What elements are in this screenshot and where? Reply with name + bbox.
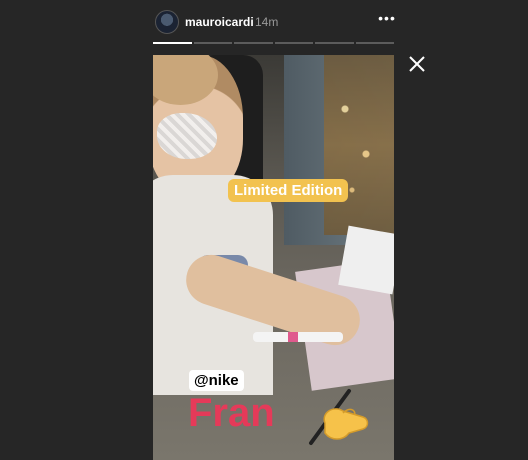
- background-christmas-tree: [324, 55, 394, 235]
- progress-segment: [355, 42, 394, 44]
- writing-hand-icon: [309, 389, 369, 445]
- limited-edition-sticker: Limited Edition: [228, 179, 349, 202]
- progress-segment: [274, 42, 313, 44]
- progress-segment: [315, 42, 354, 44]
- progress-segment: [193, 42, 232, 44]
- timestamp: 14m: [255, 15, 279, 29]
- story-progress-bar: [153, 42, 394, 44]
- story-header: mauroicardi 14m •••: [155, 8, 395, 36]
- avatar[interactable]: [155, 10, 179, 34]
- more-options-icon[interactable]: •••: [378, 11, 396, 27]
- progress-segment: [234, 42, 273, 44]
- story-image[interactable]: Limited Edition @nike Fran: [153, 55, 394, 460]
- username[interactable]: mauroicardi: [185, 15, 254, 29]
- marker-pen: [253, 332, 343, 342]
- close-icon[interactable]: [408, 55, 426, 73]
- progress-segment: [153, 42, 192, 44]
- box-lid: [338, 225, 394, 295]
- name-text-sticker: Fran: [188, 391, 275, 435]
- mention-sticker[interactable]: @nike: [189, 370, 244, 391]
